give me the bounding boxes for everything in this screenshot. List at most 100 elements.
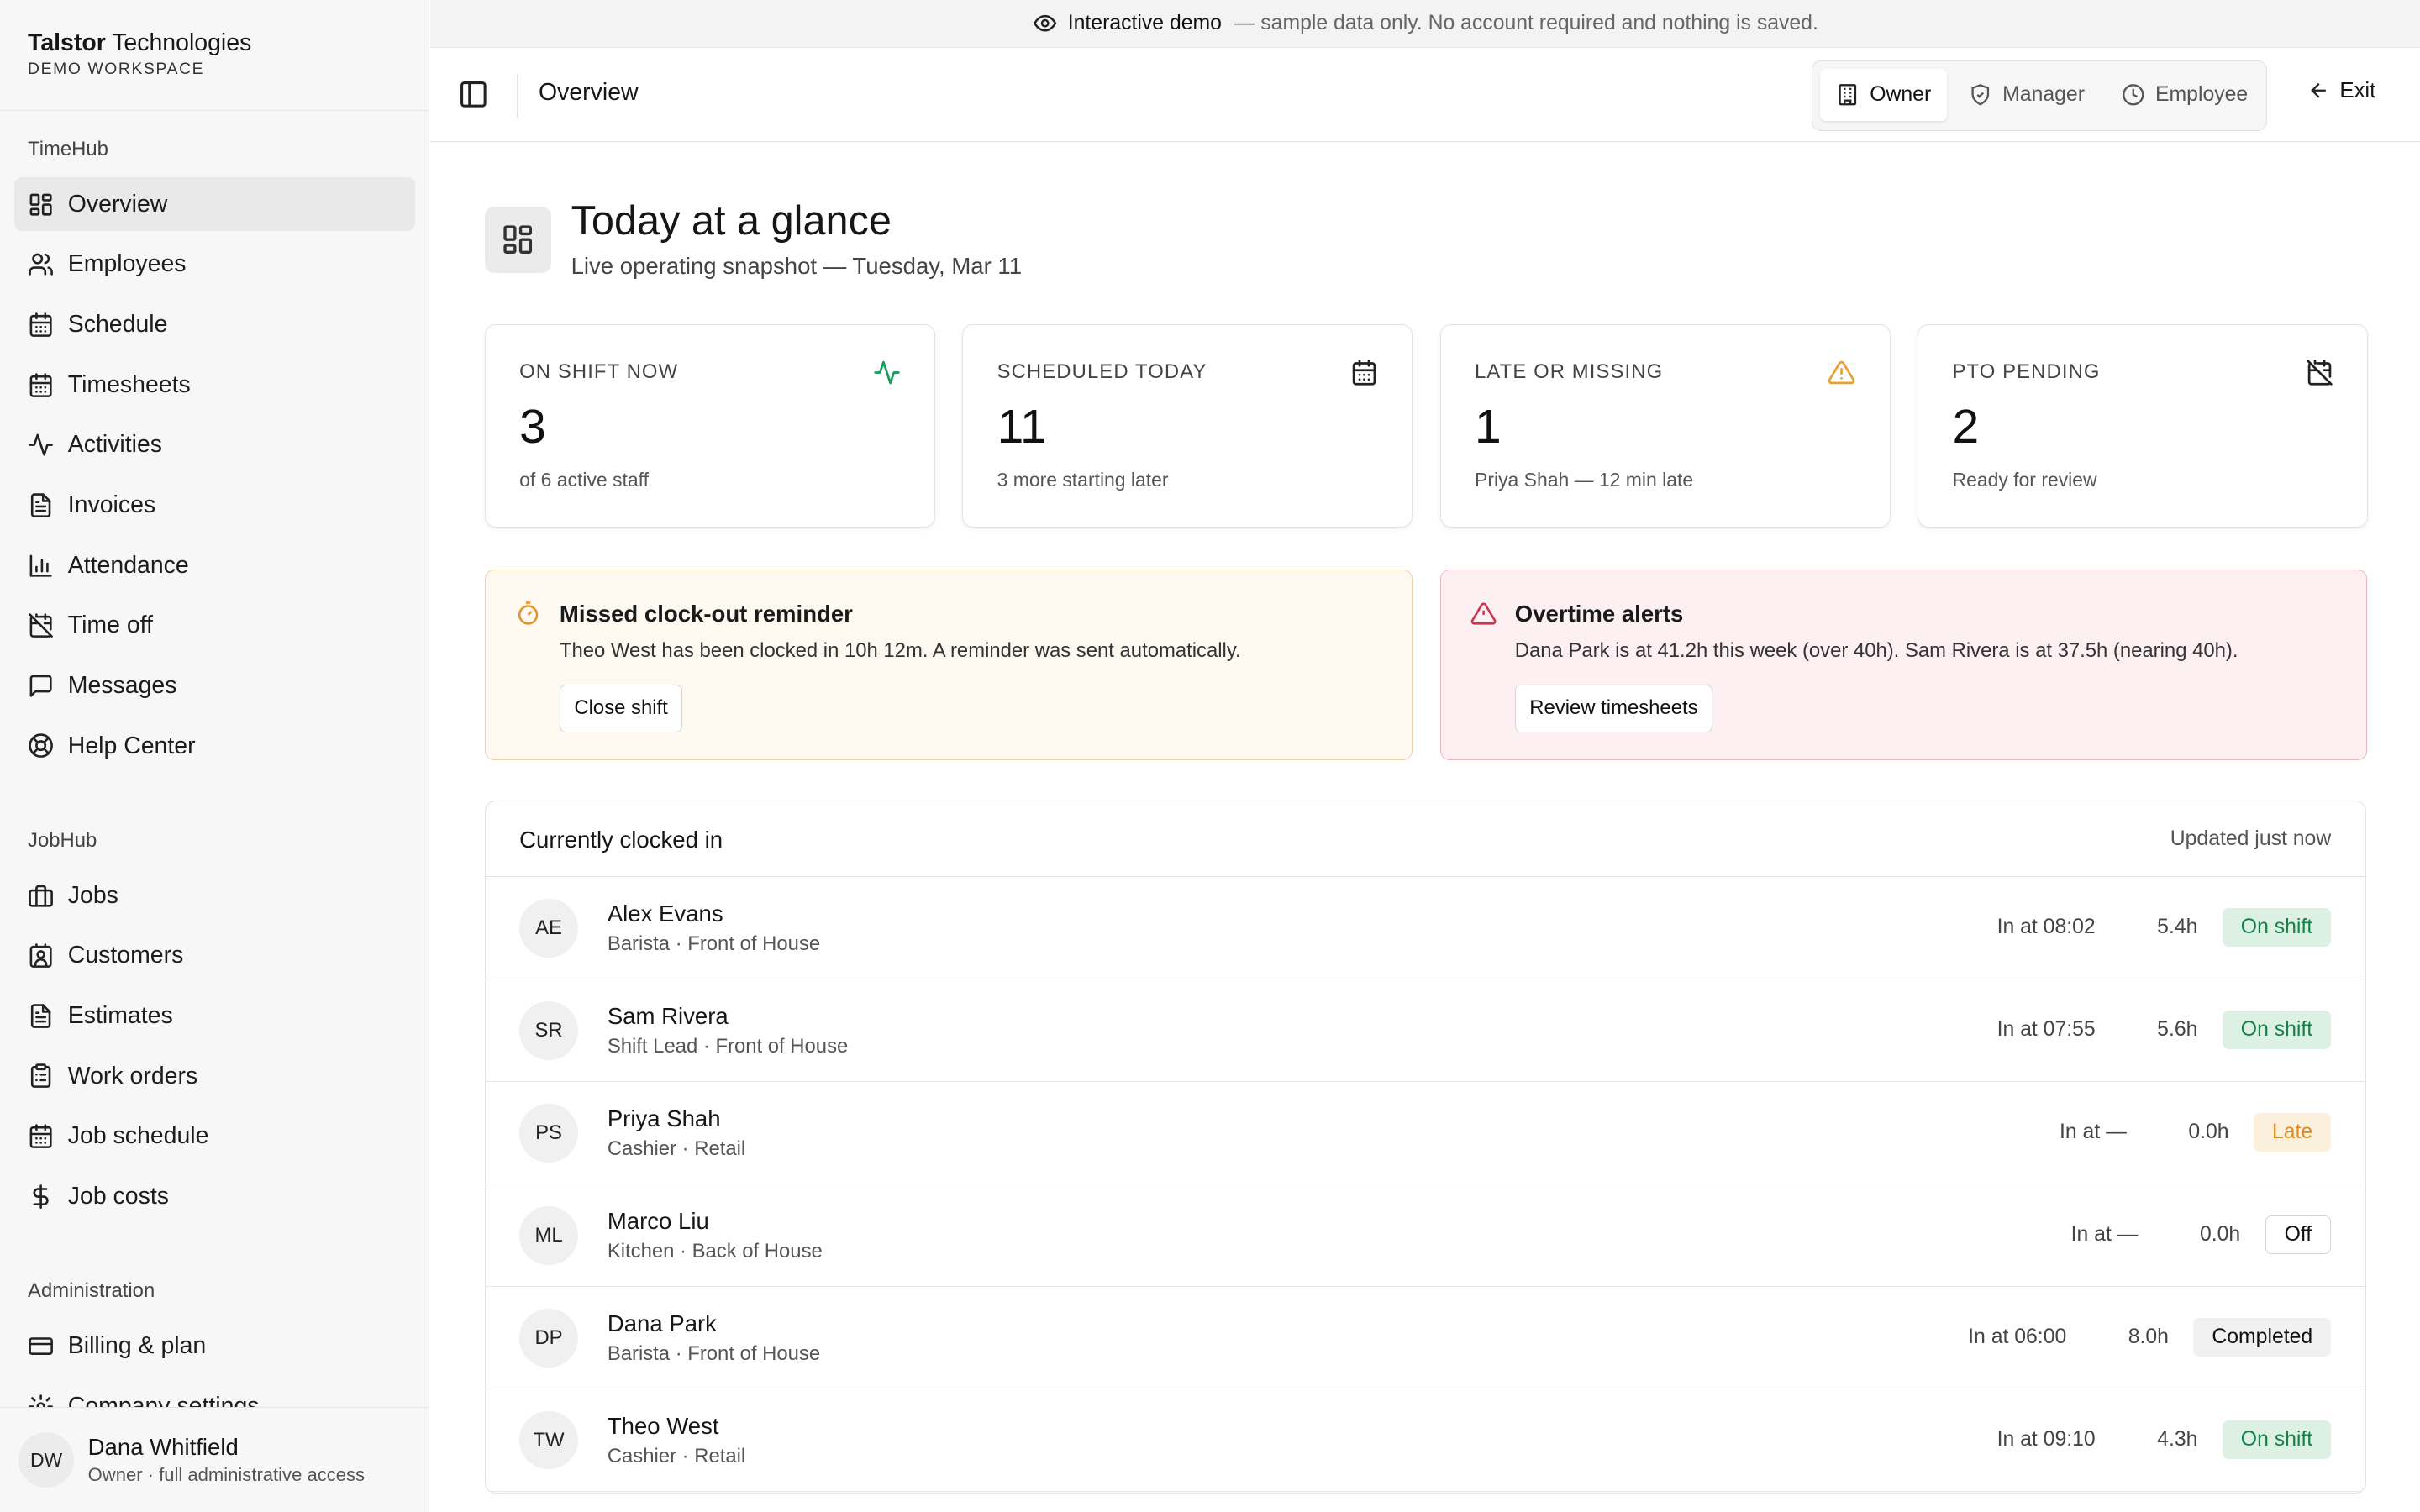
- nav-section-label: Administration: [28, 1278, 155, 1302]
- employee-role: Shift Lead · Front of House: [607, 1035, 849, 1058]
- sidebar-nav: TimeHub Overview Employees Schedule Timeshee…: [0, 111, 429, 1408]
- table-row[interactable]: ML Marco Liu Kitchen · Back of House In at …: [485, 1184, 2365, 1288]
- table-title: Currently clocked in: [519, 826, 723, 853]
- stat-icon-wrap: [1828, 359, 1855, 386]
- briefcase-icon: [29, 885, 53, 907]
- role-owner-button[interactable]: Owner: [1820, 68, 1947, 122]
- employee-name: Priya Shah: [607, 1105, 721, 1131]
- sidebar-item-employees[interactable]: Employees: [14, 238, 416, 291]
- user-profile[interactable]: DW Dana Whitfield Owner · full administr…: [0, 1407, 429, 1512]
- stat-label: LATE OR MISSING: [1475, 360, 1664, 383]
- avatar: DW: [18, 1431, 75, 1488]
- stat-card-pto-pending: PTO PENDING 2 Ready for review: [1918, 323, 2369, 528]
- demo-banner: Interactive demo — sample data only. No a…: [430, 0, 2420, 48]
- stat-label: SCHEDULED TODAY: [997, 360, 1207, 383]
- calendar-icon: [29, 312, 52, 337]
- sidebar-item-label: Activities: [67, 431, 163, 459]
- clock-in-time: In at 06:00: [1968, 1325, 2067, 1348]
- brand-subtitle: DEMO WORKSPACE: [28, 60, 205, 78]
- stat-card-late-or-missing: LATE OR MISSING 1 Priya Shah — 12 min late: [1439, 323, 1891, 528]
- sidebar-item-estimates[interactable]: Estimates: [14, 989, 416, 1042]
- activity-icon: [873, 360, 900, 385]
- sidebar-item-customers[interactable]: Customers: [14, 929, 416, 983]
- sidebar-item-label: Estimates: [67, 1001, 173, 1029]
- sidebar-item-time-off[interactable]: Time off: [14, 599, 416, 653]
- table-row[interactable]: DP Dana Park Barista · Front of House In at…: [485, 1287, 2365, 1389]
- stat-icon-wrap: [2306, 359, 2333, 386]
- role-employee-button[interactable]: Employee: [2106, 69, 2263, 121]
- banner-text: — sample data only. No account required …: [1234, 11, 1818, 34]
- row-meta: In at 06:00 8.0h Completed: [1968, 1317, 2332, 1357]
- brand-name: Talstor Technologies: [28, 29, 401, 57]
- sidebar-item-label: Job schedule: [67, 1122, 209, 1150]
- exit-button[interactable]: Exit: [2307, 79, 2375, 103]
- sidebar-item-messages[interactable]: Messages: [14, 659, 416, 712]
- clock-in-time: In at 08:02: [1996, 915, 2096, 938]
- sidebar-item-overview[interactable]: Overview: [13, 177, 416, 232]
- stat-label: PTO PENDING: [1952, 360, 2101, 383]
- sidebar-item-help-center[interactable]: Help Center: [14, 719, 416, 773]
- brand-name-bold: Talstor: [28, 29, 106, 56]
- sidebar-item-label: Job costs: [67, 1182, 169, 1210]
- exit-label: Exit: [2339, 78, 2376, 102]
- table-row[interactable]: PS Priya Shah Cashier · Retail In at — 0.0h L…: [485, 1082, 2365, 1185]
- sidebar-item-job-schedule[interactable]: Job schedule: [14, 1110, 416, 1163]
- role-manager-button[interactable]: Manager: [1953, 69, 2100, 121]
- row-meta: In at 07:55 5.6h On shift: [1996, 1010, 2332, 1049]
- sidebar-item-work-orders[interactable]: Work orders: [14, 1049, 416, 1103]
- shield-check-icon: [1971, 84, 1989, 106]
- hours-worked: 5.6h: [2157, 1017, 2198, 1041]
- employee-role: Cashier · Retail: [607, 1137, 746, 1161]
- clock-icon: [2122, 84, 2144, 106]
- sidebar-item-activities[interactable]: Activities: [14, 418, 416, 472]
- building-icon: [1839, 84, 1856, 106]
- hours-worked: 8.0h: [2128, 1325, 2169, 1348]
- sidebar-item-timesheets[interactable]: Timesheets: [14, 358, 416, 412]
- sidebar-item-schedule[interactable]: Schedule: [14, 297, 416, 351]
- stat-value: 2: [1952, 399, 1980, 454]
- nav-section-label: TimeHub: [28, 137, 108, 160]
- table-row[interactable]: TW Theo West Cashier · Retail In at 09:10 4.…: [485, 1389, 2365, 1492]
- employee-role: Cashier · Retail: [607, 1445, 746, 1468]
- grid-icon: [29, 193, 52, 216]
- close-shift-button[interactable]: Close shift: [559, 684, 683, 732]
- sidebar-item-label: Invoices: [67, 491, 156, 518]
- review-timesheets-button[interactable]: Review timesheets: [1514, 684, 1713, 732]
- row-meta: In at 08:02 5.4h On shift: [1996, 907, 2332, 947]
- missed-clock-out-alert: Missed clock-out reminder Theo West has …: [484, 569, 1413, 761]
- sidebar-item-jobs[interactable]: Jobs: [14, 869, 416, 922]
- status-badge: Completed: [2193, 1317, 2332, 1357]
- overtime-alert: Overtime alerts Dana Park is at 41.2h th…: [1439, 569, 2368, 761]
- table-row[interactable]: AE Alex Evans Barista · Front of House In a…: [485, 877, 2365, 980]
- sidebar-item-company-settings[interactable]: Company settings: [14, 1379, 416, 1408]
- user-name: Dana Whitfield: [87, 1434, 239, 1461]
- status-badge: Off: [2265, 1215, 2332, 1254]
- stat-icon-wrap: [873, 359, 901, 386]
- sidebar-item-billing-and-plan[interactable]: Billing & plan: [14, 1319, 416, 1373]
- bar-chart-icon: [29, 554, 52, 577]
- clock-in-time: In at 09:10: [1996, 1427, 2096, 1451]
- file-icon: [30, 493, 51, 517]
- sidebar-item-invoices[interactable]: Invoices: [14, 478, 416, 532]
- table-header: Currently clocked in Updated just now: [485, 801, 2365, 878]
- contact-icon: [29, 943, 52, 969]
- sidebar-toggle-icon[interactable]: [458, 79, 489, 110]
- table-row[interactable]: SR Sam Rivera Shift Lead · Front of House I…: [485, 979, 2365, 1083]
- sidebar-item-attendance[interactable]: Attendance: [14, 538, 416, 592]
- alert-description: Dana Park is at 41.2h this week (over 40…: [1514, 639, 2238, 663]
- status-badge: On shift: [2222, 1010, 2332, 1049]
- sidebar-item-job-costs[interactable]: Job costs: [14, 1169, 416, 1223]
- sidebar-item-label: Employees: [67, 250, 187, 278]
- clock-in-time: In at 07:55: [1996, 1017, 2096, 1041]
- sidebar-item-label: Time off: [67, 612, 153, 639]
- calendar-icon: [29, 1124, 52, 1149]
- stat-card-scheduled-today: SCHEDULED TODAY 11 3 more starting later: [962, 323, 1413, 528]
- employee-name: Theo West: [607, 1412, 719, 1439]
- calendar-off-icon: [29, 613, 53, 638]
- role-employee-label: Employee: [2155, 83, 2249, 107]
- sidebar-item-label: Schedule: [67, 311, 168, 339]
- status-badge: On shift: [2222, 1420, 2332, 1459]
- stat-label: ON SHIFT NOW: [519, 360, 679, 383]
- avatar: AE: [519, 898, 578, 958]
- activity-icon: [29, 433, 53, 456]
